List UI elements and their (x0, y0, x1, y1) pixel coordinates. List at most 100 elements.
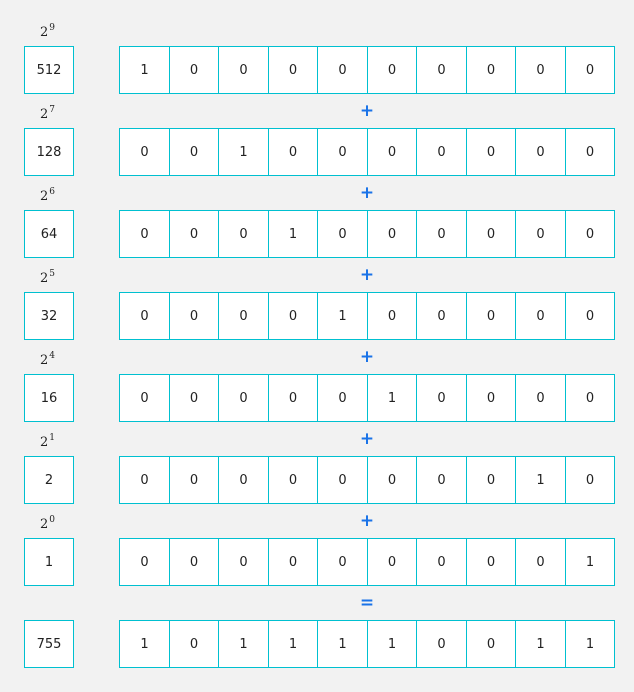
plus-sign: + (359, 183, 375, 203)
power-exponent: 1 (49, 433, 56, 443)
row-4-bit-6: 0 (416, 374, 467, 422)
row-6-bit-9: 1 (565, 538, 615, 586)
row-2-bit-5: 0 (367, 210, 417, 258)
power-base: 2 (40, 25, 49, 40)
row-1-bit-5: 0 (367, 128, 417, 176)
row-4-bit-8: 0 (515, 374, 566, 422)
power-label-1: 27 (40, 105, 56, 122)
row-1-bit-7: 0 (466, 128, 516, 176)
power-label-3: 25 (40, 269, 56, 286)
row-6-bit-4: 0 (317, 538, 368, 586)
row-1-bit-8: 0 (515, 128, 566, 176)
row-0-bit-4: 0 (317, 46, 368, 94)
row-3-bit-9: 0 (565, 292, 615, 340)
power-base: 2 (40, 353, 49, 368)
row-4-bit-3: 0 (268, 374, 318, 422)
decimal-value-2: 64 (24, 210, 74, 258)
row-6-bit-5: 0 (367, 538, 417, 586)
row-5-bit-0: 0 (119, 456, 170, 504)
row-3-bit-1: 0 (169, 292, 219, 340)
row-0-bit-6: 0 (416, 46, 467, 94)
power-exponent: 0 (49, 515, 56, 525)
row-6-bit-8: 0 (515, 538, 566, 586)
row-3-bit-8: 0 (515, 292, 566, 340)
row-5-bit-2: 0 (218, 456, 269, 504)
row-3-bit-7: 0 (466, 292, 516, 340)
power-label-5: 21 (40, 433, 56, 450)
row-6-bit-1: 0 (169, 538, 219, 586)
row-0-bit-5: 0 (367, 46, 417, 94)
plus-sign: + (359, 347, 375, 367)
result-value: 755 (24, 620, 74, 668)
row-2-bit-2: 0 (218, 210, 269, 258)
decimal-value-4: 16 (24, 374, 74, 422)
row-2-bit-3: 1 (268, 210, 318, 258)
row-1-bit-1: 0 (169, 128, 219, 176)
row-2-bit-4: 0 (317, 210, 368, 258)
result-bit-0: 1 (119, 620, 170, 668)
power-exponent: 6 (49, 187, 56, 197)
result-bit-4: 1 (317, 620, 368, 668)
row-1-bit-9: 0 (565, 128, 615, 176)
plus-sign: + (359, 511, 375, 531)
row-2-bit-9: 0 (565, 210, 615, 258)
row-5-bit-3: 0 (268, 456, 318, 504)
row-5-bit-6: 0 (416, 456, 467, 504)
row-6-bit-0: 0 (119, 538, 170, 586)
plus-sign: + (359, 265, 375, 285)
result-bit-6: 0 (416, 620, 467, 668)
plus-sign: + (359, 429, 375, 449)
power-base: 2 (40, 517, 49, 532)
power-base: 2 (40, 107, 49, 122)
row-6-bit-6: 0 (416, 538, 467, 586)
row-4-bit-2: 0 (218, 374, 269, 422)
row-5-bit-8: 1 (515, 456, 566, 504)
power-label-4: 24 (40, 352, 55, 368)
decimal-value-0: 512 (24, 46, 74, 94)
row-3-bit-2: 0 (218, 292, 269, 340)
row-4-bit-0: 0 (119, 374, 170, 422)
power-exponent: 9 (49, 23, 56, 33)
decimal-value-3: 32 (24, 292, 74, 340)
row-4-bit-1: 0 (169, 374, 219, 422)
row-0-bit-2: 0 (218, 46, 269, 94)
row-1-bit-6: 0 (416, 128, 467, 176)
equals-sign: = (359, 593, 375, 613)
power-exponent: 5 (49, 269, 56, 279)
row-6-bit-3: 0 (268, 538, 318, 586)
row-0-bit-9: 0 (565, 46, 615, 94)
row-5-bit-4: 0 (317, 456, 368, 504)
result-bit-2: 1 (218, 620, 269, 668)
power-label-2: 26 (40, 187, 56, 204)
row-0-bit-8: 0 (515, 46, 566, 94)
row-4-bit-5: 1 (367, 374, 417, 422)
row-1-bit-0: 0 (119, 128, 170, 176)
plus-sign: + (359, 101, 375, 121)
result-bit-1: 0 (169, 620, 219, 668)
row-5-bit-9: 0 (565, 456, 615, 504)
row-6-bit-2: 0 (218, 538, 269, 586)
result-bit-7: 0 (466, 620, 516, 668)
row-4-bit-4: 0 (317, 374, 368, 422)
row-0-bit-1: 0 (169, 46, 219, 94)
result-bit-3: 1 (268, 620, 318, 668)
row-3-bit-3: 0 (268, 292, 318, 340)
row-1-bit-3: 0 (268, 128, 318, 176)
row-3-bit-5: 0 (367, 292, 417, 340)
row-5-bit-7: 0 (466, 456, 516, 504)
power-base: 2 (40, 435, 49, 450)
row-0-bit-0: 1 (119, 46, 170, 94)
row-2-bit-1: 0 (169, 210, 219, 258)
row-2-bit-0: 0 (119, 210, 170, 258)
decimal-value-1: 128 (24, 128, 74, 176)
result-bit-8: 1 (515, 620, 566, 668)
result-bit-5: 1 (367, 620, 417, 668)
row-3-bit-4: 1 (317, 292, 368, 340)
row-5-bit-5: 0 (367, 456, 417, 504)
power-base: 2 (40, 189, 49, 204)
power-exponent: 7 (49, 105, 56, 115)
row-6-bit-7: 0 (466, 538, 516, 586)
decimal-value-5: 2 (24, 456, 74, 504)
row-2-bit-7: 0 (466, 210, 516, 258)
row-3-bit-6: 0 (416, 292, 467, 340)
